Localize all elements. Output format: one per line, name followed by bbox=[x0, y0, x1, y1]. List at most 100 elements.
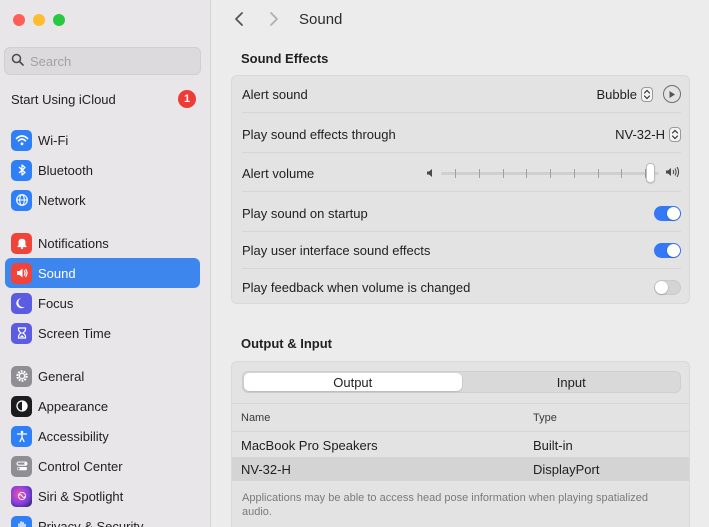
sidebar-item-label: Focus bbox=[38, 295, 74, 311]
play-through-row: Play sound effects through NV-32-H bbox=[242, 116, 681, 153]
sidebar-item-wifi[interactable]: Wi-Fi bbox=[5, 125, 200, 155]
sidebar-item-focus[interactable]: Focus bbox=[5, 288, 200, 318]
device-name: MacBook Pro Speakers bbox=[241, 437, 378, 453]
startup-sound-row: Play sound on startup bbox=[242, 195, 681, 232]
volume-low-icon bbox=[426, 166, 435, 181]
play-icon bbox=[668, 87, 676, 102]
ui-sound-row: Play user interface sound effects bbox=[242, 232, 681, 269]
sidebar: Start Using iCloud 1 Wi-Fi Bluetooth Net… bbox=[0, 0, 211, 527]
alert-sound-label: Alert sound bbox=[242, 86, 308, 102]
tab-output[interactable]: Output bbox=[244, 373, 462, 391]
volume-feedback-row: Play feedback when volume is changed bbox=[242, 269, 681, 306]
hourglass-icon bbox=[11, 322, 32, 344]
slider-tick bbox=[598, 169, 599, 178]
icloud-item[interactable]: Start Using iCloud 1 bbox=[11, 90, 196, 108]
section-title-sound-effects: Sound Effects bbox=[241, 51, 329, 66]
sidebar-item-label: Bluetooth bbox=[38, 162, 93, 178]
sidebar-item-general[interactable]: General bbox=[5, 361, 200, 391]
sidebar-item-label: Screen Time bbox=[38, 325, 111, 341]
search-input[interactable] bbox=[30, 53, 190, 69]
sidebar-item-label: Privacy & Security bbox=[38, 518, 144, 527]
sidebar-item-bluetooth[interactable]: Bluetooth bbox=[5, 155, 200, 185]
sidebar-item-network[interactable]: Network bbox=[5, 185, 200, 215]
sidebar-item-label: Notifications bbox=[38, 235, 109, 251]
toolbar: Sound bbox=[212, 0, 709, 40]
tab-input[interactable]: Input bbox=[463, 372, 681, 392]
column-header-type[interactable]: Type bbox=[533, 412, 557, 424]
volume-feedback-label: Play feedback when volume is changed bbox=[242, 280, 471, 295]
sidebar-item-sound[interactable]: Sound bbox=[5, 258, 200, 288]
head-pose-note: Applications may be able to access head … bbox=[242, 492, 649, 518]
minimize-button[interactable] bbox=[33, 14, 45, 26]
volume-feedback-toggle[interactable] bbox=[654, 280, 681, 295]
output-input-panel: Output Input Name Type MacBook Pro Speak… bbox=[231, 361, 690, 527]
chevron-right-icon bbox=[269, 11, 279, 30]
search-field[interactable] bbox=[4, 47, 201, 75]
close-button[interactable] bbox=[13, 14, 25, 26]
section-title-output-input: Output & Input bbox=[241, 336, 332, 351]
appearance-icon bbox=[11, 395, 32, 417]
sidebar-item-label: Wi-Fi bbox=[38, 132, 69, 148]
slider-tick bbox=[526, 169, 527, 178]
alert-sound-value: Bubble bbox=[596, 86, 637, 102]
device-table-header: Name Type bbox=[232, 403, 689, 432]
globe-icon bbox=[11, 189, 32, 211]
moon-icon bbox=[11, 292, 32, 314]
sidebar-item-label: Network bbox=[38, 192, 86, 208]
ui-sound-label: Play user interface sound effects bbox=[242, 242, 431, 258]
alert-volume-slider[interactable] bbox=[441, 163, 659, 183]
siri-icon bbox=[11, 485, 32, 507]
icloud-label: Start Using iCloud bbox=[11, 91, 116, 107]
back-button[interactable] bbox=[228, 9, 250, 31]
ui-sound-toggle[interactable] bbox=[654, 242, 681, 258]
alert-sound-popup[interactable]: Bubble bbox=[597, 85, 681, 103]
slider-tick bbox=[503, 169, 504, 178]
sound-effects-panel: Alert sound Bubble Play sound effects th… bbox=[231, 75, 690, 304]
play-through-popup[interactable]: NV-32-H bbox=[615, 126, 681, 142]
page-title: Sound bbox=[299, 11, 343, 28]
slider-tick bbox=[455, 169, 456, 178]
output-input-segmented-control: Output Input bbox=[242, 371, 681, 393]
chevron-left-icon bbox=[234, 11, 244, 30]
content-pane: Sound Sound Effects Alert sound Bubble P… bbox=[212, 0, 709, 527]
sidebar-item-siri[interactable]: Siri & Spotlight bbox=[5, 481, 200, 511]
alert-volume-row: Alert volume bbox=[242, 155, 681, 192]
sidebar-item-screen-time[interactable]: Screen Time bbox=[5, 318, 200, 348]
bell-icon bbox=[11, 232, 32, 254]
sidebar-item-appearance[interactable]: Appearance bbox=[5, 391, 200, 421]
sidebar-item-label: Accessibility bbox=[38, 428, 109, 444]
play-through-label: Play sound effects through bbox=[242, 126, 396, 142]
table-row[interactable]: NV-32-H DisplayPort bbox=[232, 457, 689, 481]
column-header-name[interactable]: Name bbox=[241, 412, 270, 424]
accessibility-icon bbox=[11, 425, 32, 447]
speaker-icon bbox=[11, 262, 32, 284]
sidebar-item-notifications[interactable]: Notifications bbox=[5, 228, 200, 258]
toggle-knob bbox=[655, 281, 668, 294]
toggle-knob bbox=[667, 243, 680, 257]
gear-icon bbox=[11, 365, 32, 387]
search-icon bbox=[11, 53, 24, 69]
slider-thumb[interactable] bbox=[646, 163, 655, 183]
sidebar-item-privacy[interactable]: Privacy & Security bbox=[5, 511, 200, 527]
toggle-knob bbox=[667, 206, 680, 220]
window-controls bbox=[13, 14, 65, 26]
control-center-icon bbox=[11, 455, 32, 477]
updown-chevron-icon bbox=[669, 126, 681, 142]
volume-high-icon bbox=[665, 166, 681, 181]
forward-button[interactable] bbox=[263, 9, 285, 31]
sidebar-item-label: Control Center bbox=[38, 458, 123, 474]
alert-volume-label: Alert volume bbox=[242, 165, 315, 181]
sidebar-item-label: Siri & Spotlight bbox=[38, 488, 124, 504]
wifi-icon bbox=[11, 129, 32, 151]
sidebar-item-control-center[interactable]: Control Center bbox=[5, 451, 200, 481]
table-row[interactable]: MacBook Pro Speakers Built-in bbox=[232, 433, 689, 457]
startup-sound-label: Play sound on startup bbox=[242, 205, 368, 221]
slider-tick bbox=[621, 169, 622, 178]
startup-sound-toggle[interactable] bbox=[654, 205, 681, 221]
play-alert-button[interactable] bbox=[663, 85, 681, 103]
sidebar-item-accessibility[interactable]: Accessibility bbox=[5, 421, 200, 451]
bluetooth-icon bbox=[11, 159, 32, 181]
zoom-button[interactable] bbox=[53, 14, 65, 26]
alert-volume-control bbox=[426, 163, 681, 183]
slider-tick bbox=[550, 169, 551, 178]
